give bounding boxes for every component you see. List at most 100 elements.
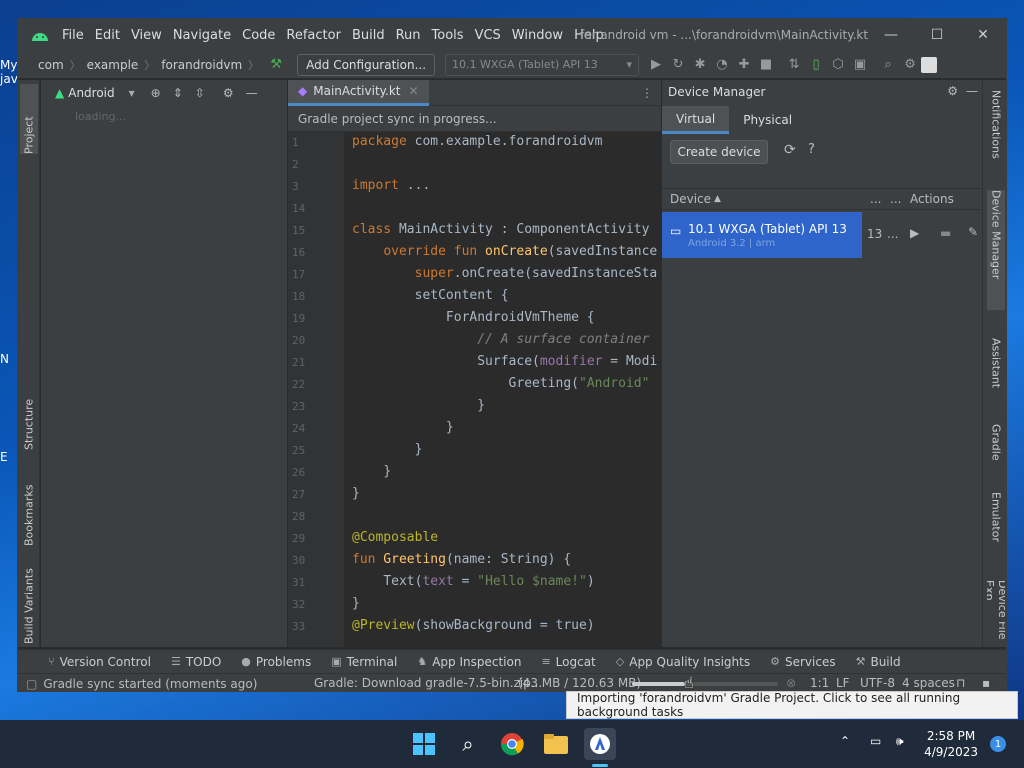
- help-icon[interactable]: ?: [808, 142, 815, 157]
- settings-gear-icon[interactable]: ⚙: [899, 54, 921, 76]
- code-line[interactable]: 30 fun Greeting(name: String) {: [288, 550, 661, 572]
- windows-start-icon[interactable]: [408, 728, 440, 760]
- tool-version-control[interactable]: ⑂ Version Control: [48, 655, 151, 669]
- edit-pencil-icon[interactable]: ✎: [968, 225, 978, 239]
- tab-physical[interactable]: Physical: [729, 106, 806, 134]
- lock-icon[interactable]: ⊓: [956, 676, 965, 690]
- tool-terminal[interactable]: ▣ Terminal: [331, 655, 397, 669]
- file-explorer-icon[interactable]: [540, 728, 572, 760]
- code-line[interactable]: 23 }: [288, 396, 661, 418]
- chevron-down-icon[interactable]: ▾: [129, 86, 135, 100]
- column-device[interactable]: Device: [670, 192, 711, 206]
- cancel-progress-icon[interactable]: ⊗: [786, 676, 796, 690]
- project-view-selector[interactable]: Android: [68, 86, 114, 100]
- minimize-button[interactable]: —: [868, 19, 914, 51]
- line-ending[interactable]: LF: [836, 676, 850, 690]
- menu-window[interactable]: Window: [512, 28, 563, 43]
- code-line[interactable]: 14: [288, 198, 661, 220]
- menu-refactor[interactable]: Refactor: [286, 28, 341, 43]
- status-message[interactable]: Gradle sync started (moments ago): [43, 677, 257, 691]
- android-studio-taskbar-icon[interactable]: [584, 728, 616, 760]
- column-actions[interactable]: Actions: [910, 192, 954, 206]
- code-line[interactable]: 32}: [288, 594, 661, 616]
- code-line[interactable]: 22 Greeting("Android": [288, 374, 661, 396]
- gear-icon[interactable]: ⚙: [223, 86, 234, 100]
- code-line[interactable]: 3 import ...: [288, 176, 661, 198]
- tab-virtual[interactable]: Virtual: [662, 106, 730, 134]
- code-line[interactable]: 31 Text(text = "Hello $name!"): [288, 572, 661, 594]
- sync-gradle-icon[interactable]: ⇅: [783, 54, 805, 76]
- column-type[interactable]: ...: [890, 192, 901, 206]
- menu-build[interactable]: Build: [352, 28, 385, 43]
- folder-icon[interactable]: ▬: [940, 226, 951, 240]
- device-selector[interactable]: 10.1 WXGA (Tablet) API 13 ▾: [445, 53, 640, 76]
- notifications-icon[interactable]: ▪: [982, 676, 990, 690]
- progress-bar[interactable]: [632, 682, 778, 686]
- run-icon[interactable]: ▶: [645, 54, 667, 76]
- caret-position[interactable]: 1:1: [810, 676, 829, 690]
- tool-build[interactable]: ⚒ Build: [856, 655, 901, 669]
- code-line[interactable]: 28: [288, 506, 661, 528]
- chevron-up-icon[interactable]: ⌃: [840, 734, 850, 748]
- expand-all-icon[interactable]: ⇕: [173, 86, 183, 100]
- menu-file[interactable]: File: [62, 28, 84, 43]
- code-line[interactable]: 16 override fun onCreate(savedInstance: [288, 242, 661, 264]
- refresh-icon[interactable]: ⟳: [784, 142, 796, 158]
- maximize-button[interactable]: ☐: [914, 19, 960, 51]
- tool-logcat[interactable]: ≡ Logcat: [541, 655, 595, 669]
- tool-problems[interactable]: ● Problems: [241, 655, 311, 669]
- code-line[interactable]: 21 Surface(modifier = Modi: [288, 352, 661, 374]
- profile-icon[interactable]: ◔: [711, 54, 733, 76]
- add-configuration-button[interactable]: Add Configuration...: [297, 53, 436, 76]
- code-line[interactable]: 25 }: [288, 440, 661, 462]
- menu-tools[interactable]: Tools: [432, 28, 464, 43]
- tab-project[interactable]: Project: [20, 84, 38, 154]
- background-tasks-tooltip[interactable]: Importing 'forandroidvm' Gradle Project.…: [566, 691, 1018, 719]
- build-hammer-icon[interactable]: ⚒: [265, 54, 287, 76]
- code-line[interactable]: 24 }: [288, 418, 661, 440]
- close-tab-icon[interactable]: ✕: [409, 84, 419, 98]
- app-inspection-icon[interactable]: ▣: [849, 54, 871, 76]
- file-encoding[interactable]: UTF-8: [860, 676, 895, 690]
- code-area[interactable]: 1 package com.example.forandroidvm 2 3 impor…: [288, 132, 661, 647]
- notification-count-badge[interactable]: 1: [990, 736, 1006, 752]
- tab-device-file-explorer[interactable]: Device File Exp: [987, 580, 1005, 646]
- menu-edit[interactable]: Edit: [95, 28, 120, 43]
- hide-panel-icon[interactable]: —: [966, 84, 978, 98]
- android-studio-logo-icon[interactable]: [18, 19, 62, 51]
- sdk-manager-icon[interactable]: ⬡: [827, 54, 849, 76]
- avatar[interactable]: [921, 56, 938, 73]
- stop-icon[interactable]: ■: [755, 54, 777, 76]
- tab-emulator[interactable]: Emulator: [987, 492, 1005, 558]
- menu-navigate[interactable]: Navigate: [173, 28, 231, 43]
- code-line[interactable]: 19 ForAndroidVmTheme {: [288, 308, 661, 330]
- download-status[interactable]: Gradle: Download gradle-7.5-bin.zip...: [314, 676, 542, 690]
- code-line[interactable]: 2: [288, 154, 661, 176]
- code-line[interactable]: 27}: [288, 484, 661, 506]
- create-device-button[interactable]: Create device: [670, 140, 768, 164]
- tool-todo[interactable]: ☰ TODO: [171, 655, 221, 669]
- code-line[interactable]: 29 @Composable: [288, 528, 661, 550]
- tab-mainactivity[interactable]: ◆ MainActivity.kt ✕: [288, 79, 429, 106]
- menu-vcs[interactable]: VCS: [475, 28, 501, 43]
- tab-structure[interactable]: Structure: [20, 380, 38, 450]
- chrome-icon[interactable]: [496, 728, 528, 760]
- code-line[interactable]: 17 super.onCreate(savedInstanceSta: [288, 264, 661, 286]
- tab-notifications[interactable]: Notifications: [987, 90, 1005, 174]
- column-api[interactable]: ...: [870, 192, 881, 206]
- menu-view[interactable]: View: [131, 28, 162, 43]
- tab-assistant[interactable]: Assistant: [987, 338, 1005, 404]
- device-row[interactable]: ▭ 10.1 WXGA (Tablet) API 13 Android 3.2 …: [662, 212, 862, 258]
- code-line[interactable]: 26 }: [288, 462, 661, 484]
- debug-icon[interactable]: ✱: [689, 54, 711, 76]
- gear-icon[interactable]: ⚙: [947, 84, 958, 98]
- code-line[interactable]: 33 @Preview(showBackground = true): [288, 616, 661, 638]
- locate-icon[interactable]: ⊕: [151, 86, 161, 100]
- search-icon[interactable]: ⌕: [877, 54, 899, 76]
- menu-code[interactable]: Code: [242, 28, 275, 43]
- device-manager-icon[interactable]: ▯: [805, 54, 827, 76]
- tab-gradle[interactable]: Gradle: [987, 424, 1005, 474]
- code-line[interactable]: 20 // A surface container: [288, 330, 661, 352]
- indent-setting[interactable]: 4 spaces: [902, 676, 955, 690]
- breadcrumb-example[interactable]: example: [87, 58, 139, 72]
